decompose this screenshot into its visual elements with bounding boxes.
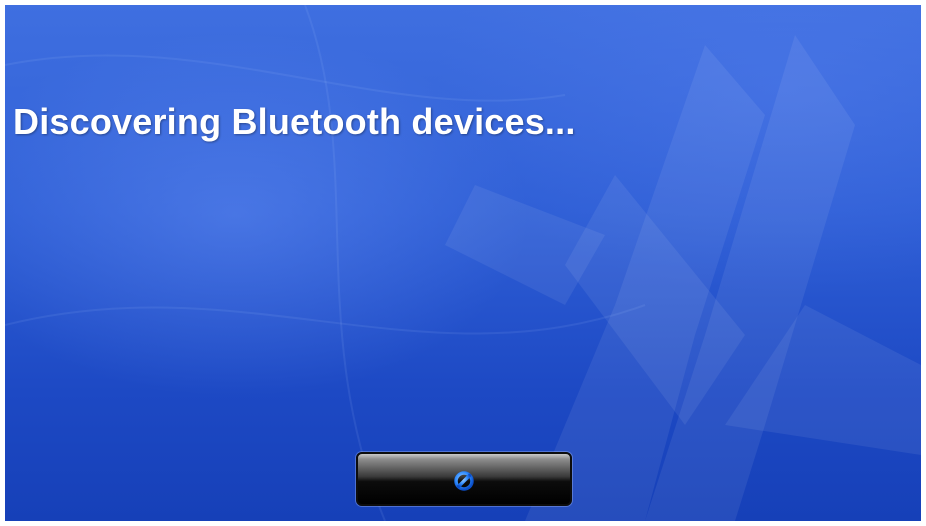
- background-logo-watermark: [5, 5, 921, 521]
- cancel-icon: [454, 471, 474, 491]
- discovery-screen: Discovering Bluetooth devices...: [5, 5, 921, 521]
- window-frame: Discovering Bluetooth devices...: [0, 0, 926, 526]
- status-message: Discovering Bluetooth devices...: [13, 101, 576, 142]
- cancel-button[interactable]: [356, 452, 572, 506]
